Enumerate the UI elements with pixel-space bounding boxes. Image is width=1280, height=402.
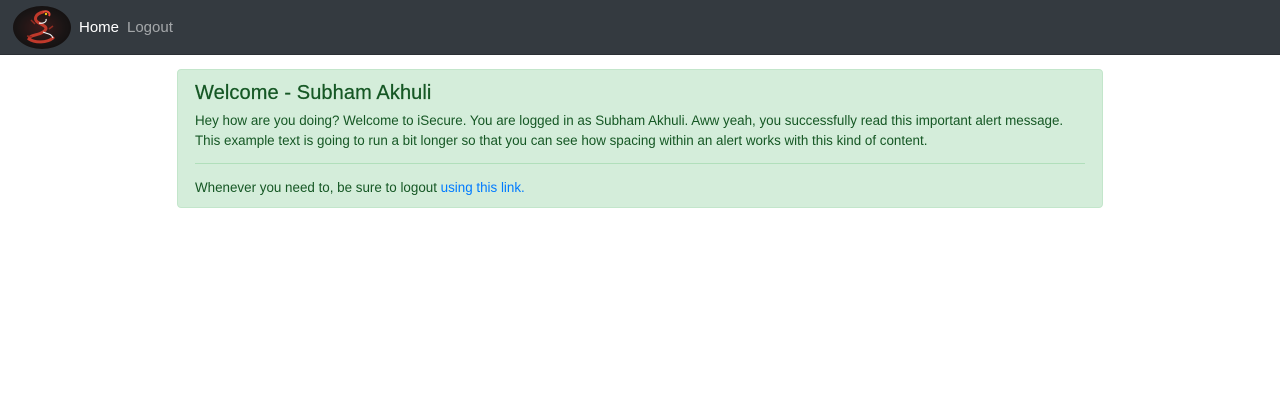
nav-home-link[interactable]: Home: [79, 19, 119, 37]
welcome-alert: Welcome - Subham Akhuli Hey how are you …: [177, 69, 1103, 208]
top-navbar: Home Logout: [0, 0, 1280, 55]
dragon-logo-icon[interactable]: [13, 6, 71, 49]
nav-logout-link[interactable]: Logout: [127, 19, 173, 37]
alert-divider: [195, 163, 1085, 164]
alert-footer-text: Whenever you need to, be sure to logout: [195, 180, 441, 195]
alert-footer: Whenever you need to, be sure to logout …: [195, 178, 525, 198]
alert-body-text: Hey how are you doing? Welcome to iSecur…: [195, 113, 1064, 148]
alert-heading: Welcome - Subham Akhuli: [195, 82, 432, 104]
logout-link[interactable]: using this link.: [441, 180, 525, 195]
